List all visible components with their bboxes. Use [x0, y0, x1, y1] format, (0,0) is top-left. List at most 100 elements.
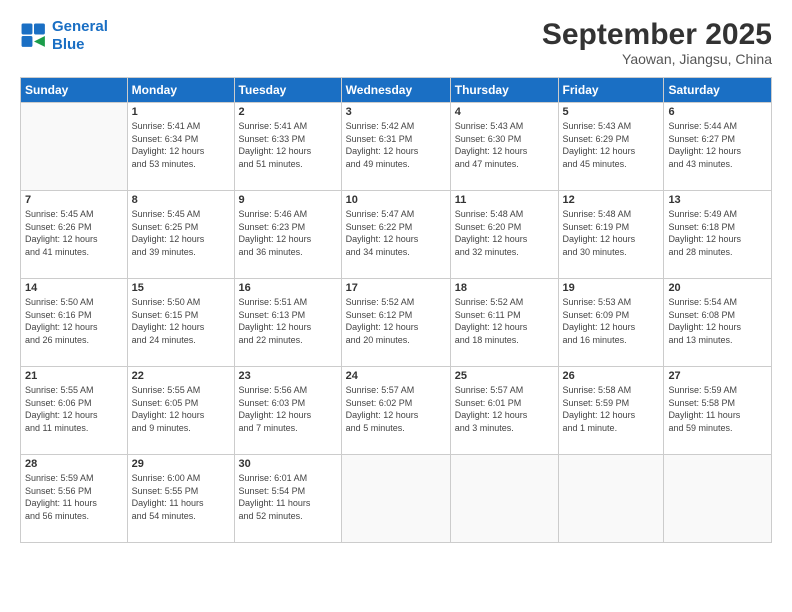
day-number: 21 [25, 370, 123, 382]
day-cell: 2Sunrise: 5:41 AMSunset: 6:33 PMDaylight… [234, 103, 341, 191]
day-info: Sunrise: 5:45 AMSunset: 6:25 PMDaylight:… [132, 208, 230, 258]
header-row: SundayMondayTuesdayWednesdayThursdayFrid… [21, 78, 772, 103]
day-info: Sunrise: 5:55 AMSunset: 6:06 PMDaylight:… [25, 384, 123, 434]
day-info: Sunrise: 5:47 AMSunset: 6:22 PMDaylight:… [346, 208, 446, 258]
weekday-header-thursday: Thursday [450, 78, 558, 103]
day-info: Sunrise: 6:01 AMSunset: 5:54 PMDaylight:… [239, 472, 337, 522]
day-cell: 14 Sunrise: 5:50 AMSunset: 6:16 PMDayligh… [21, 279, 128, 367]
weekday-header-wednesday: Wednesday [341, 78, 450, 103]
day-number: 3 [346, 106, 446, 118]
day-number: 17 [346, 282, 446, 294]
day-info: Sunrise: 5:48 AMSunset: 6:20 PMDaylight:… [455, 208, 554, 258]
day-number: 13 [668, 194, 767, 206]
day-number: 12 [563, 194, 660, 206]
day-info: Sunrise: 5:59 AMSunset: 5:56 PMDaylight:… [25, 472, 123, 522]
day-info: Sunrise: 5:48 AMSunset: 6:19 PMDaylight:… [563, 208, 660, 258]
day-cell: 29 Sunrise: 6:00 AMSunset: 5:55 PMDayligh… [127, 455, 234, 543]
day-number: 6 [668, 106, 767, 118]
day-info: Sunrise: 5:57 AMSunset: 6:01 PMDaylight:… [455, 384, 554, 434]
day-number: 10 [346, 194, 446, 206]
day-number: 26 [563, 370, 660, 382]
day-info: Sunrise: 5:49 AMSunset: 6:18 PMDaylight:… [668, 208, 767, 258]
day-info: Sunrise: 5:55 AMSunset: 6:05 PMDaylight:… [132, 384, 230, 434]
logo-text: General Blue [52, 18, 108, 54]
day-number: 20 [668, 282, 767, 294]
day-number: 7 [25, 194, 123, 206]
day-cell: 7 Sunrise: 5:45 AMSunset: 6:26 PMDaylight… [21, 191, 128, 279]
page: General Blue September 2025 Yaowan, Jian… [0, 0, 792, 612]
week-row-3: 14 Sunrise: 5:50 AMSunset: 6:16 PMDayligh… [21, 279, 772, 367]
day-info: Sunrise: 5:44 AMSunset: 6:27 PMDaylight:… [668, 120, 767, 170]
day-info: Sunrise: 5:42 AMSunset: 6:31 PMDaylight:… [346, 120, 446, 170]
logo-general: General [52, 18, 108, 35]
day-cell: 9 Sunrise: 5:46 AMSunset: 6:23 PMDaylight… [234, 191, 341, 279]
day-number: 4 [455, 106, 554, 118]
day-cell: 15 Sunrise: 5:50 AMSunset: 6:15 PMDayligh… [127, 279, 234, 367]
day-number: 30 [239, 458, 337, 470]
logo: General Blue [20, 18, 108, 54]
day-cell [664, 455, 772, 543]
week-row-4: 21 Sunrise: 5:55 AMSunset: 6:06 PMDayligh… [21, 367, 772, 455]
day-info: Sunrise: 5:50 AMSunset: 6:16 PMDaylight:… [25, 296, 123, 346]
day-cell [341, 455, 450, 543]
day-cell: 4Sunrise: 5:43 AMSunset: 6:30 PMDaylight… [450, 103, 558, 191]
day-cell: 25 Sunrise: 5:57 AMSunset: 6:01 PMDayligh… [450, 367, 558, 455]
day-info: Sunrise: 5:41 AMSunset: 6:33 PMDaylight:… [239, 120, 337, 170]
day-number: 25 [455, 370, 554, 382]
weekday-header-saturday: Saturday [664, 78, 772, 103]
day-cell: 26 Sunrise: 5:58 AMSunset: 5:59 PMDayligh… [558, 367, 664, 455]
day-number: 23 [239, 370, 337, 382]
day-number: 1 [132, 106, 230, 118]
day-number: 16 [239, 282, 337, 294]
day-info: Sunrise: 6:00 AMSunset: 5:55 PMDaylight:… [132, 472, 230, 522]
day-cell: 13 Sunrise: 5:49 AMSunset: 6:18 PMDayligh… [664, 191, 772, 279]
weekday-header-monday: Monday [127, 78, 234, 103]
month-title: September 2025 [542, 18, 772, 51]
day-cell [21, 103, 128, 191]
location: Yaowan, Jiangsu, China [542, 51, 772, 67]
logo-icon [20, 22, 48, 50]
day-number: 5 [563, 106, 660, 118]
title-block: September 2025 Yaowan, Jiangsu, China [542, 18, 772, 67]
day-info: Sunrise: 5:51 AMSunset: 6:13 PMDaylight:… [239, 296, 337, 346]
day-cell: 8 Sunrise: 5:45 AMSunset: 6:25 PMDaylight… [127, 191, 234, 279]
day-number: 28 [25, 458, 123, 470]
week-row-1: 1 Sunrise: 5:41 AMSunset: 6:34 PMDaylight… [21, 103, 772, 191]
day-info: Sunrise: 5:53 AMSunset: 6:09 PMDaylight:… [563, 296, 660, 346]
day-number: 18 [455, 282, 554, 294]
day-info: Sunrise: 5:58 AMSunset: 5:59 PMDaylight:… [563, 384, 660, 434]
day-info: Sunrise: 5:56 AMSunset: 6:03 PMDaylight:… [239, 384, 337, 434]
day-info: Sunrise: 5:50 AMSunset: 6:15 PMDaylight:… [132, 296, 230, 346]
day-info: Sunrise: 5:46 AMSunset: 6:23 PMDaylight:… [239, 208, 337, 258]
day-number: 9 [239, 194, 337, 206]
day-number: 29 [132, 458, 230, 470]
day-number: 22 [132, 370, 230, 382]
day-cell: 6 Sunrise: 5:44 AMSunset: 6:27 PMDaylight… [664, 103, 772, 191]
day-number: 15 [132, 282, 230, 294]
day-info: Sunrise: 5:54 AMSunset: 6:08 PMDaylight:… [668, 296, 767, 346]
weekday-header-sunday: Sunday [21, 78, 128, 103]
day-info: Sunrise: 5:45 AMSunset: 6:26 PMDaylight:… [25, 208, 123, 258]
logo-blue: Blue [52, 36, 85, 53]
calendar: SundayMondayTuesdayWednesdayThursdayFrid… [20, 77, 772, 543]
day-cell [558, 455, 664, 543]
day-cell: 10 Sunrise: 5:47 AMSunset: 6:22 PMDayligh… [341, 191, 450, 279]
day-cell: 17Sunrise: 5:52 AMSunset: 6:12 PMDayligh… [341, 279, 450, 367]
day-cell: 12 Sunrise: 5:48 AMSunset: 6:19 PMDayligh… [558, 191, 664, 279]
day-cell: 1 Sunrise: 5:41 AMSunset: 6:34 PMDaylight… [127, 103, 234, 191]
day-number: 11 [455, 194, 554, 206]
day-cell: 19 Sunrise: 5:53 AMSunset: 6:09 PMDayligh… [558, 279, 664, 367]
day-info: Sunrise: 5:41 AMSunset: 6:34 PMDaylight:… [132, 120, 230, 170]
day-cell: 30 Sunrise: 6:01 AMSunset: 5:54 PMDayligh… [234, 455, 341, 543]
day-cell: 23 Sunrise: 5:56 AMSunset: 6:03 PMDayligh… [234, 367, 341, 455]
day-cell: 28 Sunrise: 5:59 AMSunset: 5:56 PMDayligh… [21, 455, 128, 543]
day-number: 24 [346, 370, 446, 382]
day-cell: 22 Sunrise: 5:55 AMSunset: 6:05 PMDayligh… [127, 367, 234, 455]
day-number: 14 [25, 282, 123, 294]
day-cell: 5 Sunrise: 5:43 AMSunset: 6:29 PMDaylight… [558, 103, 664, 191]
day-number: 8 [132, 194, 230, 206]
day-number: 19 [563, 282, 660, 294]
week-row-2: 7 Sunrise: 5:45 AMSunset: 6:26 PMDaylight… [21, 191, 772, 279]
day-info: Sunrise: 5:57 AMSunset: 6:02 PMDaylight:… [346, 384, 446, 434]
day-info: Sunrise: 5:43 AMSunset: 6:29 PMDaylight:… [563, 120, 660, 170]
